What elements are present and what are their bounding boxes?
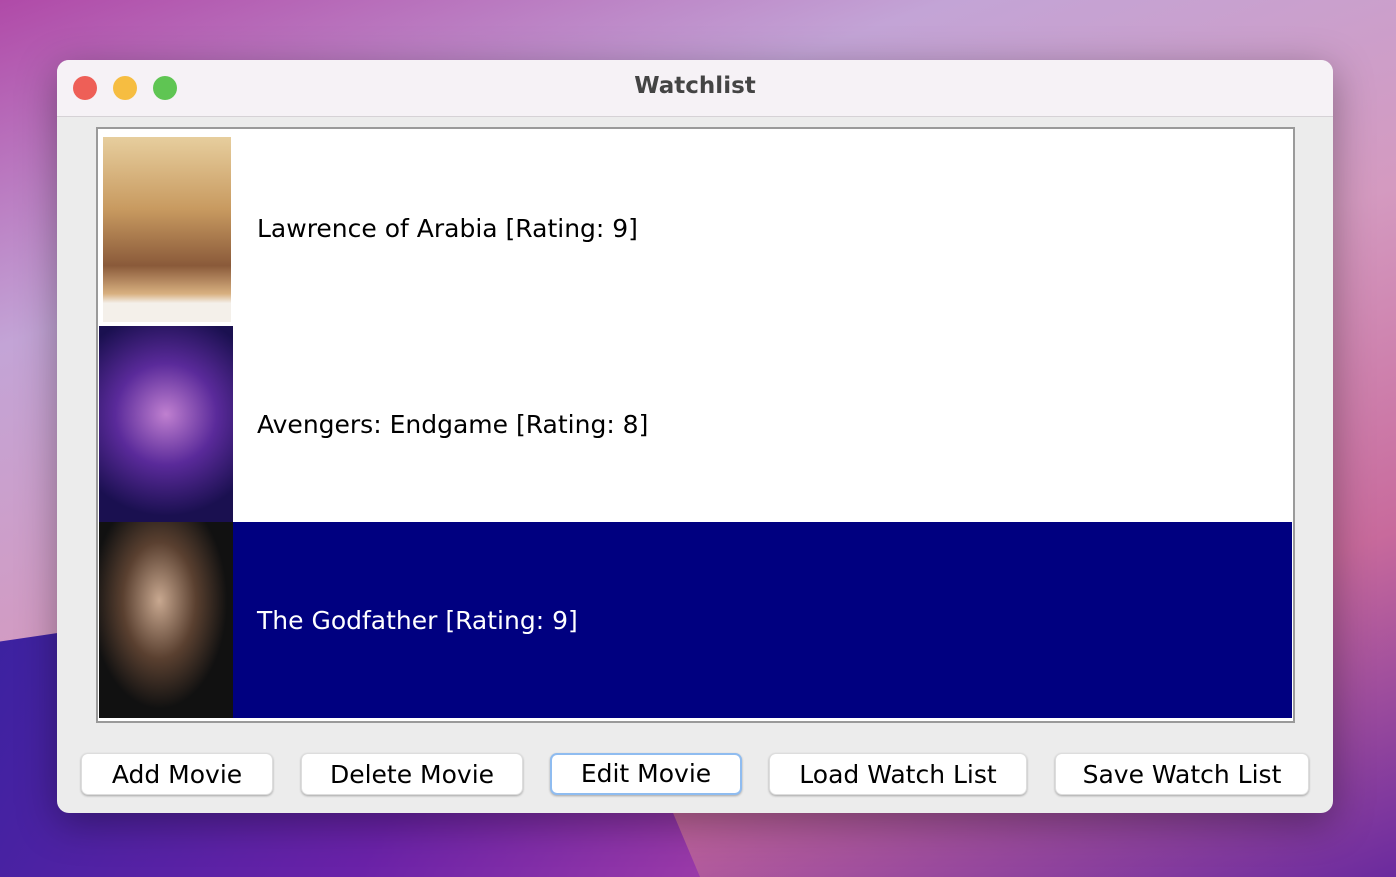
movie-label: Avengers: Endgame [Rating: 8] [257,409,649,439]
edit-movie-button[interactable]: Edit Movie [550,753,742,795]
list-item[interactable]: Avengers: Endgame [Rating: 8] [99,326,1292,522]
poster-image [99,130,233,326]
poster-image [99,522,233,718]
movie-label: The Godfather [Rating: 9] [257,605,578,635]
list-item-selected[interactable]: The Godfather [Rating: 9] [99,522,1292,718]
add-movie-button[interactable]: Add Movie [81,753,273,795]
watchlist-window: Watchlist Lawrence of Arabia [Rating: 9]… [57,60,1333,813]
window-title: Watchlist [634,73,756,99]
movie-label: Lawrence of Arabia [Rating: 9] [257,213,638,243]
title-bar: Watchlist [57,60,1333,117]
poster-image [99,326,233,522]
save-watch-list-button[interactable]: Save Watch List [1055,753,1309,795]
delete-movie-button[interactable]: Delete Movie [301,753,523,795]
load-watch-list-button[interactable]: Load Watch List [769,753,1027,795]
movie-list[interactable]: Lawrence of Arabia [Rating: 9] Avengers:… [96,127,1295,723]
list-item[interactable]: Lawrence of Arabia [Rating: 9] [99,130,1292,326]
